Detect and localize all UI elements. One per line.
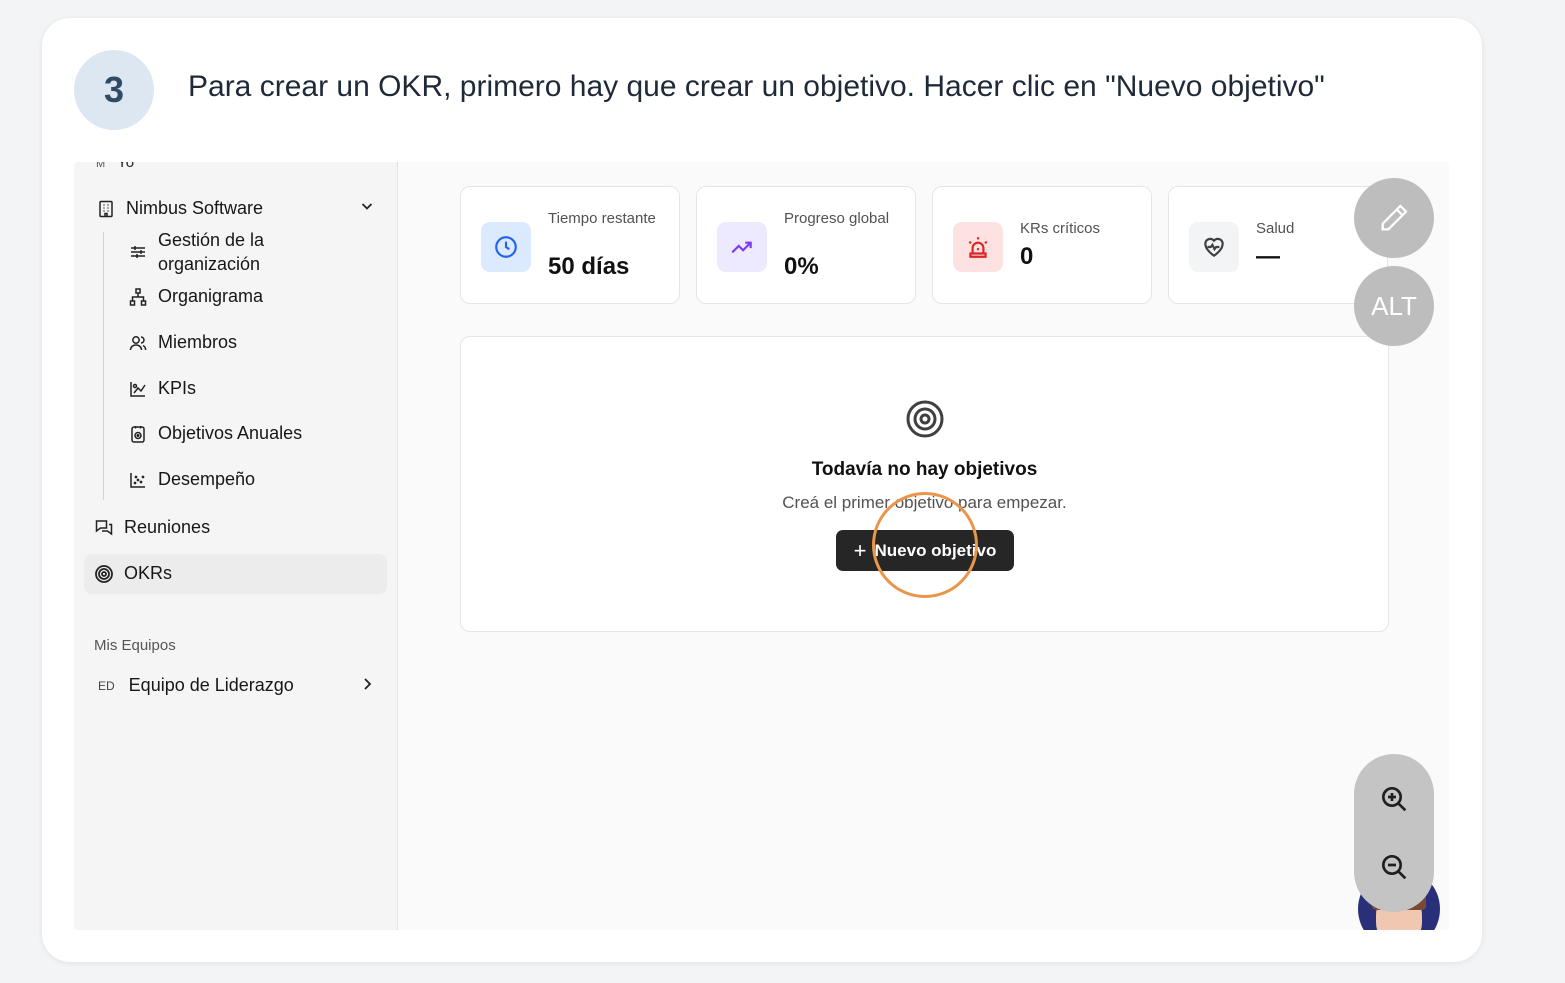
scatter-chart-icon <box>130 472 145 488</box>
trending-up-icon <box>717 222 767 272</box>
chevron-down-icon[interactable] <box>359 198 375 219</box>
empty-state-title: Todavía no hay objetivos <box>811 459 1038 480</box>
sidebar-item-objetivos-anuales[interactable]: Objetivos Anuales <box>128 423 302 444</box>
zoom-in-icon[interactable] <box>1376 781 1412 817</box>
heart-pulse-icon <box>1189 222 1239 272</box>
team-abbr: ED <box>98 678 115 693</box>
stat-label: KRs críticos <box>1020 220 1101 237</box>
sidebar-item-desempeno[interactable]: Desempeño <box>128 469 255 490</box>
stat-value: 0% <box>784 253 819 280</box>
building-icon <box>99 200 113 217</box>
sidebar-item-reuniones[interactable]: Reuniones <box>94 517 210 538</box>
sidebar-item-label: KPIs <box>158 378 197 398</box>
stat-card-salud: Salud — <box>1168 186 1388 304</box>
annual-goals-icon <box>131 425 145 443</box>
click-highlight-ring <box>872 492 978 598</box>
sidebar-org-nimbus[interactable]: Nimbus Software <box>96 198 263 219</box>
sidebar-org-label: Nimbus Software <box>126 198 264 218</box>
edit-fab-button[interactable] <box>1354 178 1434 258</box>
stat-value: 0 <box>1020 243 1034 270</box>
step-number-badge: 3 <box>74 50 154 130</box>
target-icon <box>905 399 945 439</box>
stat-card-krs-criticos: KRs críticos 0 <box>932 186 1152 304</box>
sidebar-item-label: Desempeño <box>158 469 256 489</box>
kpi-chart-icon <box>130 381 146 397</box>
clock-icon <box>481 222 531 272</box>
users-icon <box>129 335 147 350</box>
stat-card-progreso: Progreso global 0% <box>696 186 916 304</box>
chevron-right-icon[interactable] <box>359 676 375 697</box>
sliders-icon <box>131 246 145 258</box>
stat-label: Tiempo restante <box>548 210 656 227</box>
step-instruction: Para crear un OKR, primero hay que crear… <box>188 70 1325 103</box>
sidebar-item-kpis[interactable]: KPIs <box>128 378 196 399</box>
app-screenshot: M Yo Nimbus Software Gestión de la organi… <box>74 162 1449 930</box>
target-icon <box>95 564 113 583</box>
sidebar-item-label: Reuniones <box>124 517 211 537</box>
sidebar-item-organigrama[interactable]: Organigrama <box>128 286 263 307</box>
plus-icon: + <box>853 537 867 563</box>
sidebar-item-me[interactable]: M Yo <box>96 162 134 171</box>
stat-label: Salud <box>1256 220 1295 237</box>
sidebar: M Yo Nimbus Software Gestión de la organi… <box>74 162 398 930</box>
sidebar-item-label: Organigrama <box>158 286 264 306</box>
org-tree-line <box>103 232 104 500</box>
stat-value: 50 días <box>548 253 630 280</box>
sidebar-item-label: Yo <box>117 162 135 171</box>
stat-value: — <box>1256 243 1280 270</box>
siren-icon <box>953 222 1003 272</box>
stat-label: Progreso global <box>784 210 890 227</box>
sidebar-item-label: OKRs <box>124 563 173 583</box>
sidebar-item-miembros[interactable]: Miembros <box>128 332 237 353</box>
org-chart-icon <box>129 287 147 306</box>
stat-card-tiempo: Tiempo restante 50 días <box>460 186 680 304</box>
alt-fab-button[interactable]: ALT <box>1354 266 1434 346</box>
chat-icon <box>95 519 113 535</box>
sidebar-item-label: Equipo de Liderazgo <box>128 675 294 695</box>
sidebar-item-label: Gestión de la organización <box>158 230 265 274</box>
sidebar-item-equipo-liderazgo[interactable]: ED Equipo de Liderazgo <box>98 675 294 696</box>
sidebar-item-label: Objetivos Anuales <box>158 423 303 443</box>
sidebar-item-label: Miembros <box>158 332 238 352</box>
sidebar-item-gestion[interactable]: Gestión de la organización <box>128 228 298 276</box>
avatar-abbr: M <box>96 162 106 170</box>
section-label-mis-equipos: Mis Equipos <box>94 637 176 654</box>
pencil-icon <box>1381 204 1408 231</box>
sidebar-item-okrs[interactable]: OKRs <box>94 563 172 584</box>
zoom-out-icon[interactable] <box>1376 849 1412 885</box>
zoom-controls <box>1354 754 1434 912</box>
